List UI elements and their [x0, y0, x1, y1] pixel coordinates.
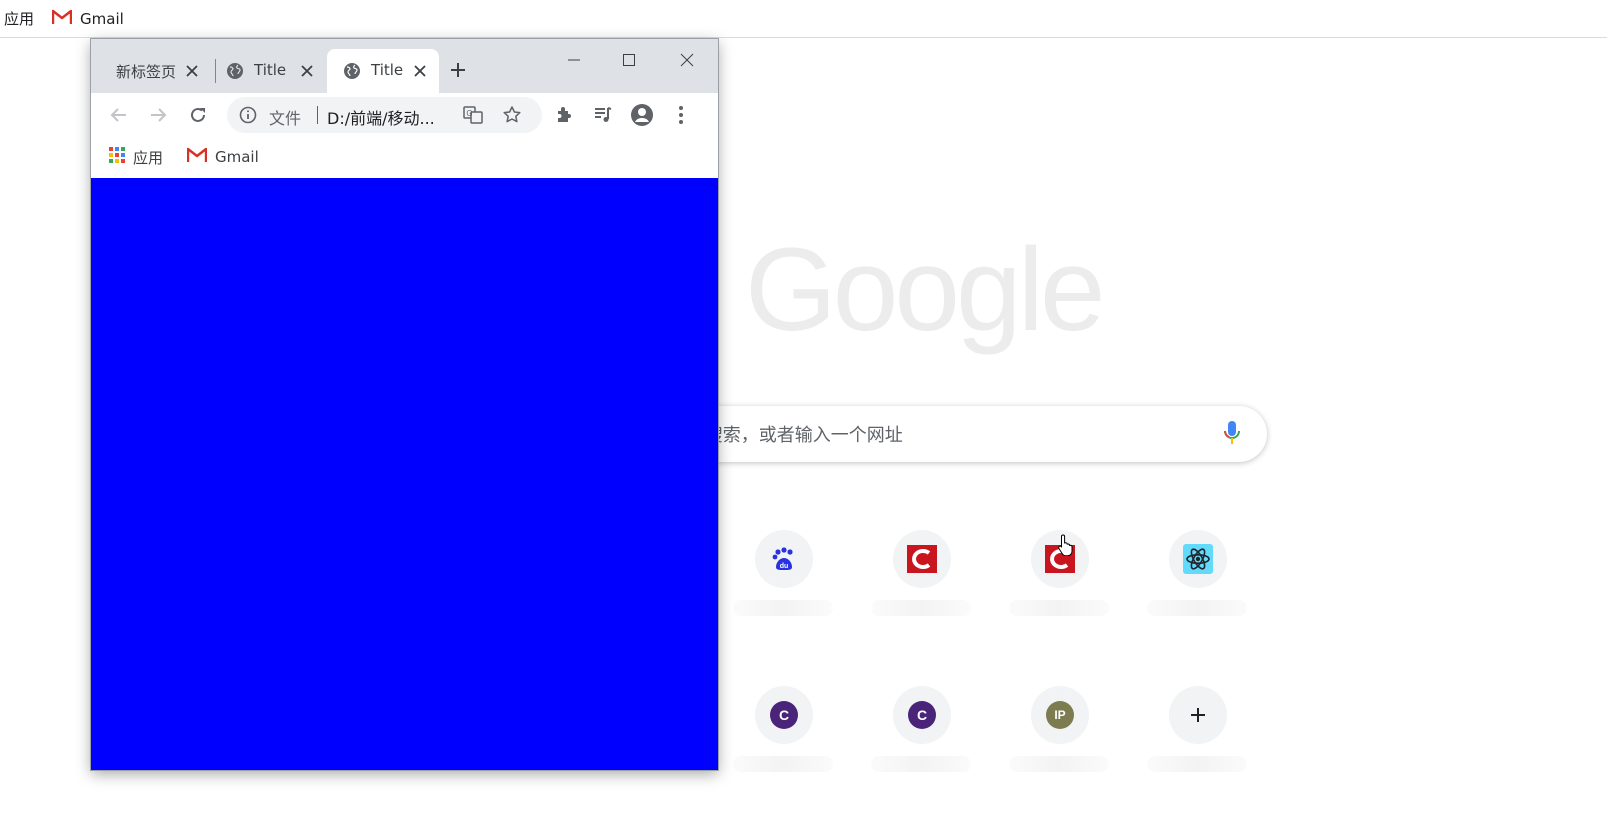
- gmail-icon: [186, 147, 208, 167]
- back-button[interactable]: [103, 99, 135, 131]
- shortcut-tile[interactable]: C: [727, 672, 839, 784]
- address-bar[interactable]: 文件 D:/前端/移动... G: [227, 97, 542, 133]
- svg-text:du: du: [780, 563, 789, 570]
- add-icon: [1169, 686, 1227, 744]
- shortcut-letter: IP: [1046, 701, 1074, 729]
- shortcut-label: [871, 756, 971, 772]
- page-content-blue: [91, 178, 718, 770]
- microphone-icon[interactable]: [1223, 420, 1241, 450]
- close-icon[interactable]: [183, 62, 201, 80]
- tab-strip: 新标签页 Title Title: [91, 39, 718, 93]
- shortcut-tile[interactable]: [1141, 516, 1253, 628]
- add-shortcut-tile[interactable]: [1141, 672, 1253, 784]
- scheme-divider: [317, 106, 318, 124]
- letter-icon: C: [893, 686, 951, 744]
- bookmark-apps-label: 应用: [4, 10, 35, 28]
- tab-title[interactable]: Title: [218, 49, 326, 93]
- url-text: D:/前端/移动...: [327, 109, 435, 128]
- translate-icon[interactable]: G: [463, 105, 483, 129]
- baidu-icon: du: [755, 530, 813, 588]
- shortcut-label: [733, 756, 833, 772]
- close-icon[interactable]: [411, 62, 429, 80]
- svg-text:G: G: [466, 109, 472, 118]
- shortcut-label: [1147, 600, 1247, 616]
- reload-button[interactable]: [182, 99, 214, 131]
- shortcut-tile[interactable]: C: [865, 672, 977, 784]
- apps-grid-icon: [109, 147, 125, 167]
- close-icon[interactable]: [298, 62, 316, 80]
- tab-label: Title: [371, 61, 404, 79]
- shortcut-tile[interactable]: [1003, 516, 1115, 628]
- shortcut-tile[interactable]: [865, 516, 977, 628]
- tab-label: Title: [254, 61, 287, 79]
- shortcut-label: [1147, 756, 1247, 772]
- letter-icon: IP: [1031, 686, 1089, 744]
- tab-new-tab[interactable]: 新标签页: [99, 49, 211, 93]
- info-icon[interactable]: [239, 106, 257, 128]
- google-logo: Google: [745, 224, 1106, 356]
- media-control-icon[interactable]: [587, 99, 619, 131]
- bookmark-apps-label: 应用: [133, 148, 164, 167]
- bookmark-gmail-label: Gmail: [80, 9, 124, 28]
- forward-button[interactable]: [142, 99, 174, 131]
- gmail-icon: [51, 9, 73, 29]
- hand-cursor-icon: [1058, 534, 1074, 560]
- globe-icon: [343, 62, 361, 84]
- browser-window: 新标签页 Title Title 文件 D:/前端/移动... G 应用 Gma…: [91, 39, 718, 770]
- star-icon[interactable]: [502, 105, 522, 129]
- globe-icon: [226, 62, 244, 84]
- react-icon: [1169, 530, 1227, 588]
- shortcut-tile[interactable]: du: [727, 516, 839, 628]
- minimize-button[interactable]: [551, 45, 597, 75]
- extensions-icon[interactable]: [548, 99, 580, 131]
- letter-icon: C: [755, 686, 813, 744]
- shortcut-tile[interactable]: IP: [1003, 672, 1115, 784]
- toolbar: 文件 D:/前端/移动... G: [91, 93, 718, 137]
- tab-label: 新标签页: [116, 63, 177, 81]
- maximize-button[interactable]: [606, 45, 652, 75]
- scheme-label: 文件: [269, 109, 302, 128]
- bookmark-apps[interactable]: 应用: [4, 4, 34, 34]
- bookmark-gmail-label: Gmail: [215, 148, 259, 166]
- search-box[interactable]: e 上搜索，或者输入一个网址: [650, 406, 1267, 462]
- bookmark-bar: 应用 Gmail: [0, 0, 1607, 38]
- profile-avatar-icon[interactable]: [626, 99, 658, 131]
- shortcut-label: [1009, 756, 1109, 772]
- more-menu-icon[interactable]: [665, 99, 697, 131]
- bookmark-gmail[interactable]: Gmail: [186, 145, 259, 169]
- close-window-button[interactable]: [664, 45, 710, 75]
- shortcut-label: [1009, 600, 1109, 616]
- tab-title-active[interactable]: Title: [327, 49, 439, 93]
- shortcut-label: [733, 600, 833, 616]
- popup-bookmark-bar: 应用 Gmail: [91, 137, 718, 177]
- tab-divider: [215, 59, 216, 83]
- shortcut-letter: C: [908, 701, 936, 729]
- csdn-icon: [893, 530, 951, 588]
- shortcut-letter: C: [770, 701, 798, 729]
- new-tab-button[interactable]: [443, 55, 473, 85]
- bookmark-apps[interactable]: 应用: [109, 145, 163, 169]
- shortcut-label: [871, 600, 971, 616]
- bookmark-gmail[interactable]: Gmail: [51, 4, 124, 34]
